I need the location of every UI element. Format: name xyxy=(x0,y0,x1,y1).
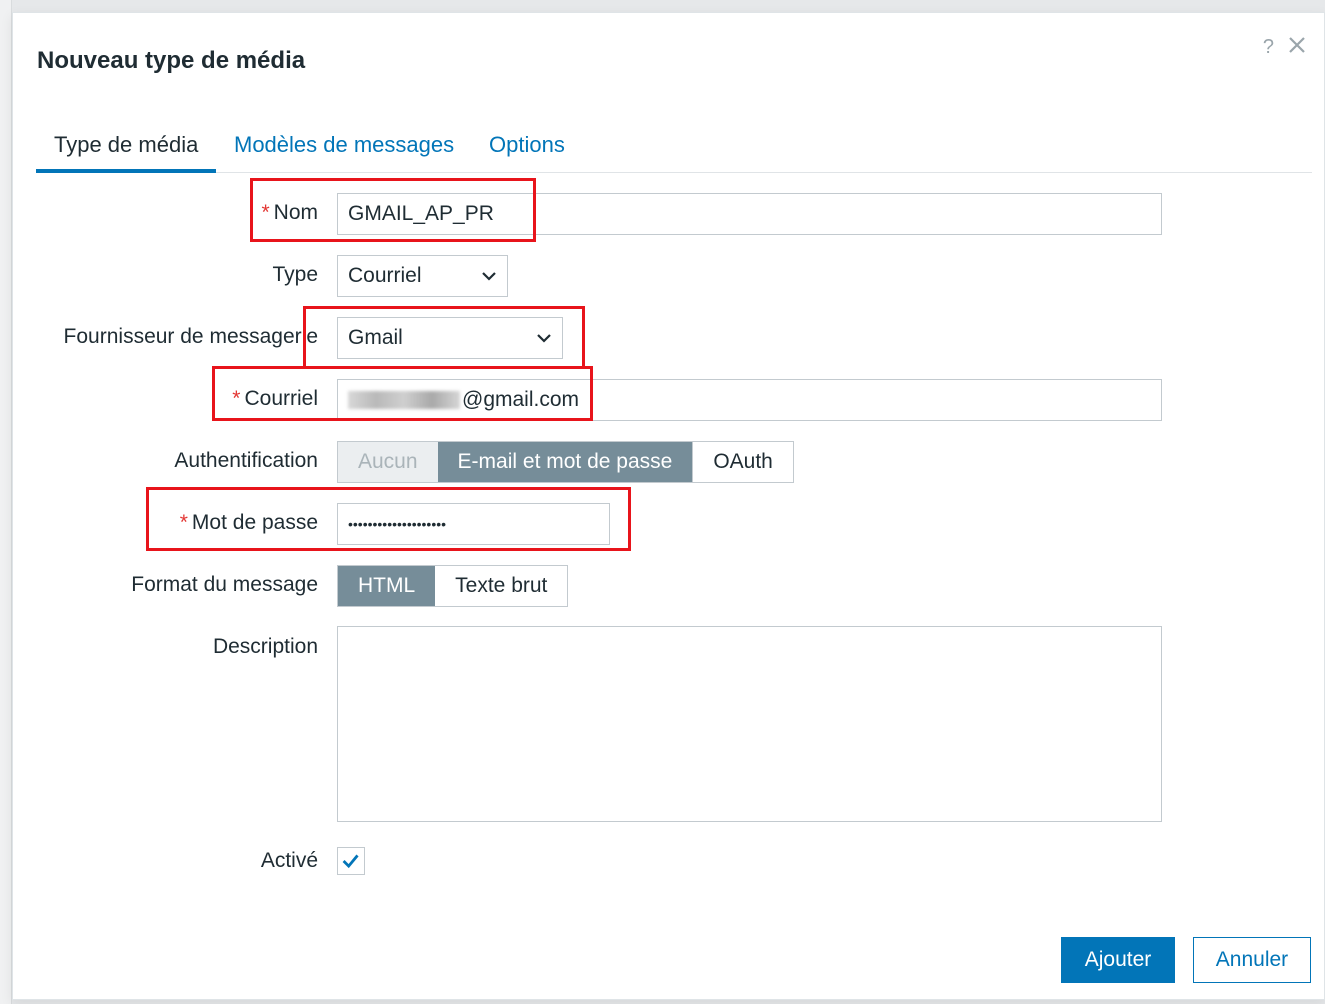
password-label: * Mot de passe xyxy=(179,511,318,534)
name-input[interactable]: GMAIL_AP_PR xyxy=(337,193,1162,235)
provider-select[interactable]: Gmail xyxy=(337,317,563,359)
type-select-value: Courriel xyxy=(348,264,422,287)
description-textarea[interactable] xyxy=(337,626,1162,822)
format-option-html[interactable]: HTML xyxy=(338,566,436,606)
auth-option-oauth[interactable]: OAuth xyxy=(692,442,793,482)
enabled-label: Activé xyxy=(260,849,318,872)
dialog-title: Nouveau type de média xyxy=(37,47,306,74)
type-select[interactable]: Courriel xyxy=(337,255,508,297)
auth-option-none: Aucun xyxy=(338,442,438,482)
tab-message-templates[interactable]: Modèles de messages xyxy=(216,129,472,173)
help-icon[interactable]: ? xyxy=(1263,36,1274,59)
background-panel xyxy=(0,0,12,1004)
chevron-down-icon xyxy=(537,334,551,343)
auth-segmented-control: Aucun E-mail et mot de passe OAuth xyxy=(337,441,794,483)
message-format-segmented-control: HTML Texte brut xyxy=(337,565,569,607)
tab-media-type[interactable]: Type de média xyxy=(36,129,217,173)
cancel-button[interactable]: Annuler xyxy=(1193,937,1311,983)
media-type-dialog: Nouveau type de média ? Type de média Mo… xyxy=(12,12,1325,1000)
tab-options[interactable]: Options xyxy=(471,129,583,173)
required-marker: * xyxy=(261,201,270,224)
redacted-text xyxy=(348,391,460,410)
auth-label: Authentification xyxy=(174,449,318,472)
email-input[interactable]: @gmail.com xyxy=(337,379,1162,421)
email-label: * Courriel xyxy=(232,387,318,410)
provider-select-value: Gmail xyxy=(348,326,403,349)
chevron-down-icon xyxy=(482,272,496,281)
format-option-plain-text[interactable]: Texte brut xyxy=(435,566,568,606)
check-icon xyxy=(342,854,359,869)
provider-label: Fournisseur de messagerie xyxy=(63,325,318,348)
description-label: Description xyxy=(212,635,318,658)
close-icon[interactable] xyxy=(1284,32,1310,58)
message-format-label: Format du message xyxy=(131,573,318,596)
name-label: * Nom xyxy=(261,201,318,224)
required-marker: * xyxy=(179,511,188,534)
add-button[interactable]: Ajouter xyxy=(1061,937,1175,983)
enabled-checkbox[interactable] xyxy=(337,847,365,875)
tab-bar: Type de média Modèles de messages Option… xyxy=(36,129,1312,173)
required-marker: * xyxy=(232,387,241,410)
auth-option-email-password[interactable]: E-mail et mot de passe xyxy=(437,442,693,482)
type-label: Type xyxy=(272,263,318,286)
password-input[interactable]: •••••••••••••••••••• xyxy=(337,503,610,545)
